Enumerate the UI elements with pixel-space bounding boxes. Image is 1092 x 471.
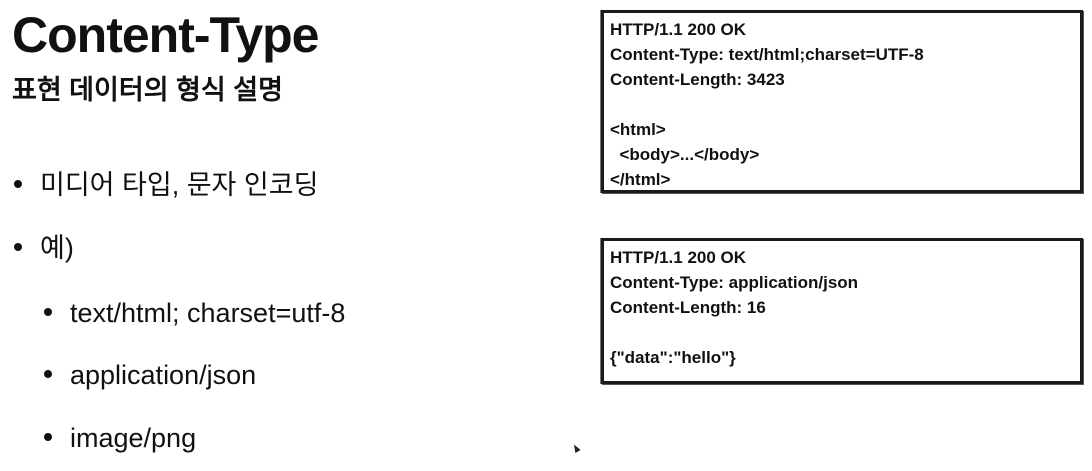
http-blank-line <box>610 320 1074 345</box>
bullet-dot-icon <box>44 307 52 316</box>
bullet-item-media-type: 미디어 타입, 문자 인코딩 <box>14 172 318 199</box>
http-header-content-length: Content-Length: 3423 <box>610 70 785 89</box>
sub-bullet-item-application-json: application/json <box>44 362 256 389</box>
http-status-line: HTTP/1.1 200 OK <box>610 20 747 39</box>
bullet-text: text/html; charset=utf-8 <box>70 298 346 328</box>
http-status-line: HTTP/1.1 200 OK <box>610 248 747 267</box>
http-header-content-type: Content-Type: application/json <box>610 273 859 292</box>
bullet-text: application/json <box>70 360 257 390</box>
bullet-dot-icon <box>44 432 52 441</box>
bullet-text: 미디어 타입, 문자 인코딩 <box>40 170 319 200</box>
http-header-content-type: Content-Type: text/html;charset=UTF-8 <box>610 45 924 64</box>
http-response-example-json: HTTP/1.1 200 OK Content-Type: applicatio… <box>601 238 1083 384</box>
bullet-dot-icon <box>14 179 22 188</box>
http-response-example-html: HTTP/1.1 200 OK Content-Type: text/html;… <box>601 10 1083 193</box>
bullet-item-example: 예) <box>14 235 74 262</box>
http-body-line: {"data":"hello"} <box>610 348 736 367</box>
bullet-dot-icon <box>14 242 22 251</box>
sub-bullet-item-image-png: image/png <box>44 425 196 452</box>
mouse-pointer-icon <box>571 443 581 453</box>
bullet-text: image/png <box>70 423 197 453</box>
http-blank-line <box>610 92 1074 117</box>
http-header-content-length: Content-Length: 16 <box>610 298 766 317</box>
bullet-text: 예) <box>40 233 74 263</box>
http-body-line: </html> <box>610 170 671 189</box>
sub-bullet-item-text-html: text/html; charset=utf-8 <box>44 300 345 327</box>
http-body-line: <body>...</body> <box>610 145 760 164</box>
bullet-list: 미디어 타입, 문자 인코딩 예) text/html; charset=utf… <box>0 0 560 471</box>
bullet-dot-icon <box>44 369 52 378</box>
http-body-line: <html> <box>610 120 666 139</box>
